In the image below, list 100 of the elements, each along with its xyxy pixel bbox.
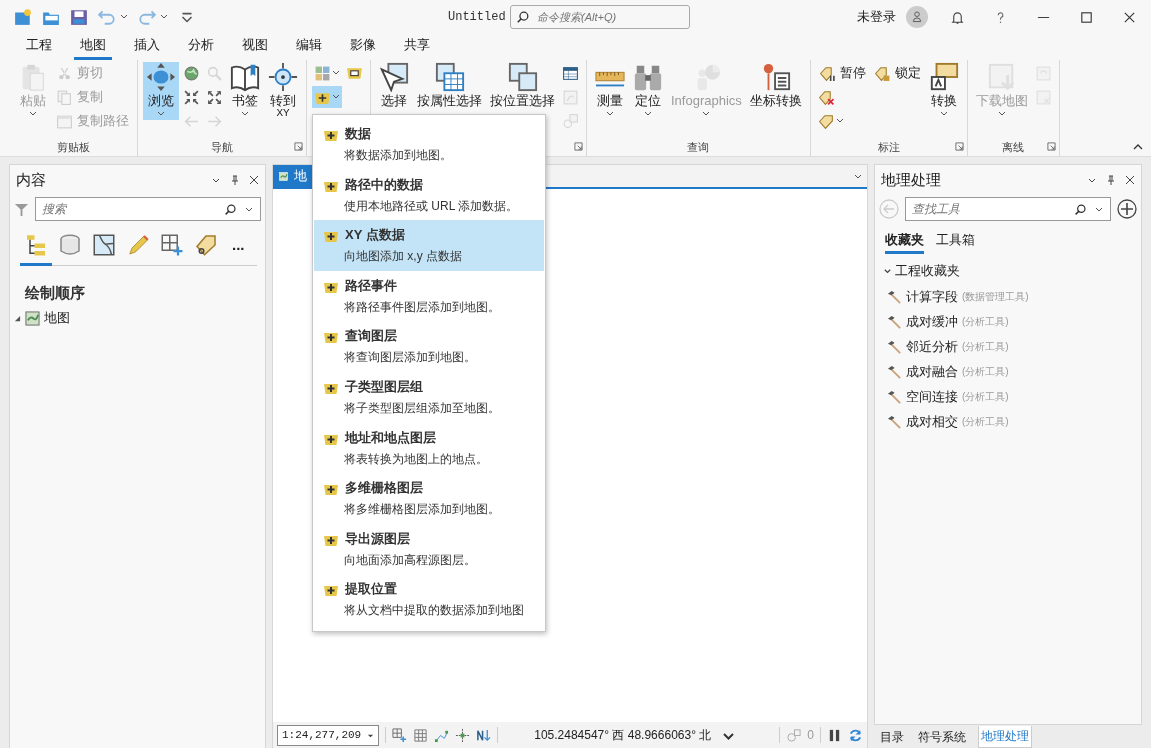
database-icon bbox=[58, 233, 82, 257]
download-map-icon bbox=[986, 62, 1017, 92]
search-field[interactable]: 搜索 bbox=[35, 197, 261, 221]
hammer-icon bbox=[887, 314, 902, 329]
launcher-icon[interactable] bbox=[574, 142, 583, 151]
menu-item[interactable]: 子类型图层组 将子类型图层组添加至地图。 bbox=[314, 371, 544, 423]
pane-title: 内容 bbox=[16, 170, 46, 190]
ribbon-button[interactable]: 浏览 bbox=[143, 62, 179, 120]
launcher-icon[interactable] bbox=[954, 142, 964, 151]
menu-item[interactable]: 导出源图层 向地面添加高程源图层。 bbox=[314, 523, 544, 575]
menu-item[interactable]: 数据 将数据添加到地图。 bbox=[314, 119, 544, 170]
menu-item[interactable]: 路径事件 将路径事件图层添加到地图。 bbox=[314, 270, 544, 322]
menu-item[interactable]: 地址和地点图层 将表转换为地图上的地点。 bbox=[314, 422, 544, 474]
menu-item[interactable]: 提取位置 将从文档中提取的数据添加到地图 bbox=[314, 574, 544, 625]
pane-tab[interactable]: 收藏夹 bbox=[885, 231, 924, 254]
pause-icon[interactable] bbox=[827, 727, 842, 743]
avatar-icon[interactable] bbox=[906, 6, 928, 28]
scale-dropdown[interactable]: 1:24,277,209 bbox=[277, 724, 380, 746]
more-options[interactable]: ... bbox=[232, 235, 245, 259]
ribbon-tab[interactable]: 分析 bbox=[182, 36, 220, 60]
caret-icon bbox=[157, 110, 165, 118]
pin-icon[interactable] bbox=[1106, 175, 1116, 185]
ribbon-button[interactable]: 书签 bbox=[227, 62, 263, 120]
map-tab[interactable]: 地 bbox=[273, 165, 313, 187]
section-heading[interactable]: 工程收藏夹 bbox=[895, 262, 960, 280]
maximize-icon[interactable] bbox=[1079, 9, 1094, 25]
tool-item[interactable]: 成对缓冲 (分析工具) bbox=[875, 309, 1141, 334]
tag-icon bbox=[817, 112, 835, 130]
menu-item-description: 将数据添加到地图。 bbox=[344, 147, 453, 164]
bell-icon[interactable] bbox=[950, 9, 965, 25]
layer-list-icon bbox=[24, 233, 48, 257]
menu-item-title: 多维栅格图层 bbox=[345, 479, 423, 498]
sign-in-status[interactable]: 未登录 bbox=[857, 8, 896, 26]
launcher-icon[interactable] bbox=[294, 142, 303, 151]
icon-button[interactable] bbox=[312, 86, 342, 108]
expand-icon[interactable] bbox=[883, 266, 892, 276]
pane-tab[interactable]: 符号系统 bbox=[916, 726, 968, 748]
pane-tab[interactable]: 工具箱 bbox=[936, 231, 975, 254]
add-icon[interactable] bbox=[1117, 199, 1137, 219]
ribbon-tab[interactable]: 影像 bbox=[344, 36, 382, 60]
grid-plus-icon bbox=[160, 233, 184, 257]
menu-item[interactable]: XY 点数据 向地图添加 x,y 点数据 bbox=[314, 220, 544, 271]
location-select-icon bbox=[507, 62, 538, 92]
ribbon-button[interactable]: 定位 bbox=[630, 62, 666, 120]
ribbon-button[interactable]: 按属性选择 bbox=[414, 62, 485, 110]
grid-plus-icon[interactable] bbox=[392, 727, 408, 743]
filter-icon[interactable] bbox=[14, 201, 29, 217]
caret-icon bbox=[702, 110, 711, 118]
command-search-field[interactable]: 命令搜索(Alt+Q) bbox=[510, 5, 690, 29]
ribbon-button[interactable]: 锁定 bbox=[870, 62, 924, 84]
ribbon-button[interactable]: 转到 XY bbox=[265, 62, 301, 121]
ribbon-tab[interactable]: 工程 bbox=[20, 36, 58, 60]
refresh-icon[interactable] bbox=[848, 727, 863, 743]
ribbon-button[interactable]: 测量 bbox=[592, 62, 628, 120]
group-label: 剪贴板 bbox=[57, 139, 90, 155]
close-icon[interactable] bbox=[1125, 175, 1135, 185]
grid-icon[interactable] bbox=[413, 727, 429, 743]
new-project-icon[interactable] bbox=[14, 8, 32, 26]
menu-item-title: 查询图层 bbox=[345, 327, 397, 346]
search-field[interactable]: 查找工具 bbox=[905, 197, 1111, 221]
menu-item[interactable]: 路径中的数据 使用本地路径或 URL 添加数据。 bbox=[314, 169, 544, 221]
ribbon-tab[interactable]: 共享 bbox=[398, 36, 436, 60]
expand-icon[interactable] bbox=[14, 314, 21, 322]
tool-item[interactable]: 邻近分析 (分析工具) bbox=[875, 334, 1141, 359]
ribbon-tab[interactable]: 编辑 bbox=[290, 36, 328, 60]
tool-item[interactable]: 成对相交 (分析工具) bbox=[875, 409, 1141, 434]
ribbon-tab[interactable]: 视图 bbox=[236, 36, 274, 60]
menu-item-title: 提取位置 bbox=[345, 580, 397, 599]
menu-item-title: 路径事件 bbox=[345, 276, 397, 295]
crosshair-icon[interactable] bbox=[455, 727, 471, 743]
close-icon[interactable] bbox=[249, 175, 259, 185]
search-icon[interactable] bbox=[1074, 203, 1087, 216]
menu-item[interactable]: 查询图层 将查询图层添加到地图。 bbox=[314, 321, 544, 372]
pane-tab[interactable]: 目录 bbox=[878, 726, 906, 748]
tool-item[interactable]: 成对融合 (分析工具) bbox=[875, 359, 1141, 384]
clear-selection-icon bbox=[562, 88, 579, 106]
pin-icon[interactable] bbox=[230, 175, 240, 185]
save-icon[interactable] bbox=[70, 8, 88, 26]
menu-item[interactable]: 多维栅格图层 将多维栅格图层添加到地图。 bbox=[314, 473, 544, 524]
ribbon-button[interactable]: 选择 bbox=[376, 62, 412, 110]
tool-item[interactable]: 计算字段 (数据管理工具) bbox=[875, 284, 1141, 309]
search-icon[interactable] bbox=[224, 203, 237, 216]
globe-icon bbox=[183, 64, 200, 82]
north-arrow-icon[interactable] bbox=[476, 727, 492, 743]
tool-item[interactable]: 空间连接 (分析工具) bbox=[875, 384, 1141, 409]
tree-item[interactable]: 地图 bbox=[44, 309, 70, 327]
ribbon-button[interactable]: 坐标转换 bbox=[746, 62, 805, 110]
collapse-icon[interactable] bbox=[1133, 142, 1143, 152]
pane-tab[interactable]: 地理处理 bbox=[978, 726, 1032, 748]
ribbon-button[interactable]: 转换 bbox=[925, 62, 962, 120]
menu-item-title: 导出源图层 bbox=[345, 529, 410, 548]
basemap-icon bbox=[314, 64, 331, 82]
launcher-icon[interactable] bbox=[1046, 142, 1056, 151]
ribbon-button[interactable]: 暂停 bbox=[815, 62, 869, 84]
caret-icon[interactable] bbox=[160, 13, 168, 21]
caret-icon[interactable] bbox=[120, 13, 128, 21]
caret-icon bbox=[939, 110, 948, 118]
tag-icon bbox=[194, 233, 218, 257]
ribbon-button[interactable]: 按位置选择 bbox=[487, 62, 558, 110]
ribbon-tab[interactable]: 插入 bbox=[128, 36, 166, 60]
